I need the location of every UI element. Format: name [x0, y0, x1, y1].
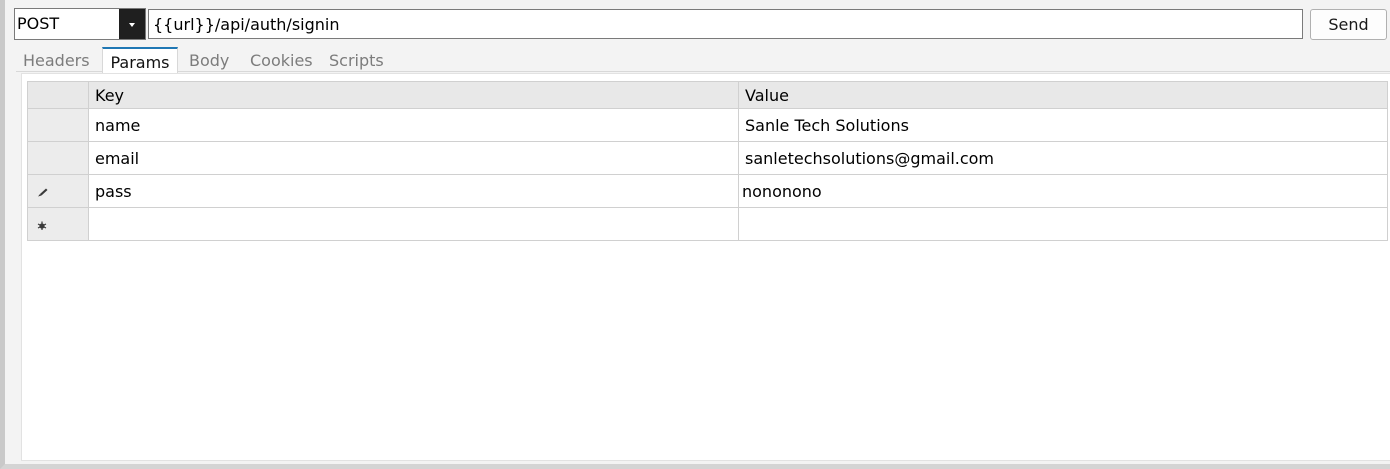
method-value: POST — [17, 14, 60, 33]
param-key-cell[interactable]: pass — [89, 175, 739, 207]
new-row-icon — [37, 221, 47, 230]
send-button[interactable]: Send — [1310, 9, 1387, 40]
grid-header-row: Key Value — [28, 82, 1388, 109]
tab-scripts[interactable]: Scripts — [329, 51, 384, 72]
params-grid: Key Value name Sanle Tech Solutions emai… — [27, 81, 1388, 241]
chevron-down-icon[interactable] — [119, 9, 145, 39]
tab-params[interactable]: Params — [102, 47, 178, 73]
method-dropdown[interactable]: POST — [14, 8, 146, 40]
table-row[interactable]: email sanletechsolutions@gmail.com — [28, 142, 1388, 175]
column-header-value[interactable]: Value — [739, 82, 1388, 108]
pencil-icon — [38, 188, 48, 197]
param-value-cell[interactable] — [739, 208, 1388, 240]
param-key-cell[interactable] — [89, 208, 739, 240]
param-value-cell[interactable]: sanletechsolutions@gmail.com — [739, 142, 1388, 174]
app-frame: POST Send Headers Params Body Cookies Sc… — [0, 0, 1390, 469]
url-input[interactable] — [148, 9, 1303, 39]
param-value-cell[interactable]: nononono — [739, 175, 1388, 207]
table-row[interactable]: pass nononono — [28, 175, 1388, 208]
table-row[interactable]: name Sanle Tech Solutions — [28, 109, 1388, 142]
column-header-key[interactable]: Key — [89, 82, 739, 108]
row-header[interactable] — [28, 175, 89, 207]
new-row[interactable] — [28, 208, 1388, 241]
params-panel: Key Value name Sanle Tech Solutions emai… — [21, 73, 1390, 461]
param-key-cell[interactable]: name — [89, 109, 739, 141]
tab-cookies[interactable]: Cookies — [250, 51, 313, 72]
row-header[interactable] — [28, 208, 89, 240]
tab-headers[interactable]: Headers — [23, 51, 90, 72]
tab-body[interactable]: Body — [189, 51, 229, 72]
row-header[interactable] — [28, 142, 89, 174]
param-key-cell[interactable]: email — [89, 142, 739, 174]
row-header-corner — [28, 82, 89, 108]
row-header[interactable] — [28, 109, 89, 141]
request-tabs: Headers Params Body Cookies Scripts — [16, 47, 1390, 73]
param-value-cell[interactable]: Sanle Tech Solutions — [739, 109, 1388, 141]
